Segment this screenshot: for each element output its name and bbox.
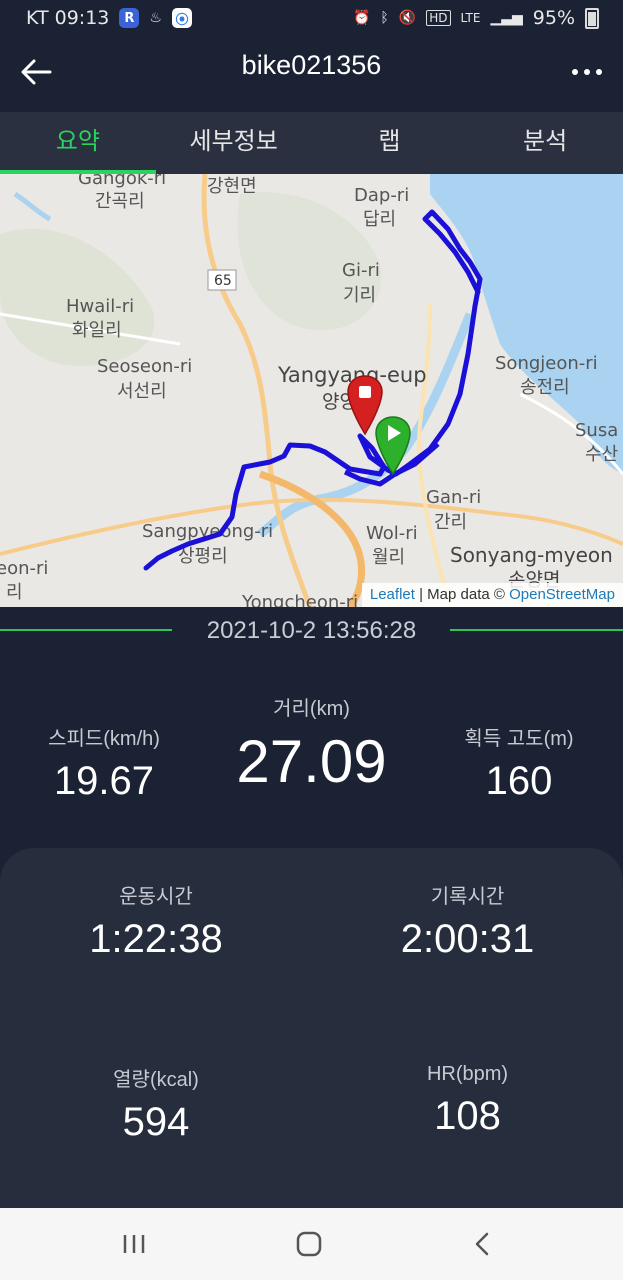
map-label: Seoseon-ri bbox=[97, 356, 192, 377]
map-label: Susa bbox=[575, 420, 618, 441]
activity-datetime: 2021-10-2 13:56:28 bbox=[206, 617, 417, 644]
map-label: Gan-ri bbox=[426, 487, 481, 508]
status-left: KT 09:13 R ♨ ⦿ bbox=[26, 7, 192, 29]
map-label: 65 bbox=[214, 273, 232, 289]
more-options-button[interactable] bbox=[567, 54, 607, 90]
more-dot-icon bbox=[572, 69, 578, 75]
hd-icon: HD bbox=[426, 10, 451, 26]
more-dot-icon bbox=[596, 69, 602, 75]
moving-time-stat: 운동시간 1:22:38 bbox=[0, 880, 312, 962]
calories-stat: 열량(kcal) 594 bbox=[0, 1063, 312, 1145]
osm-link[interactable]: OpenStreetMap bbox=[509, 586, 615, 603]
activity-icon: ♨ bbox=[149, 10, 162, 26]
map-label: Dap-ri bbox=[354, 185, 409, 206]
elevation-label: 획득 고도(m) bbox=[464, 728, 574, 750]
calories-value: 594 bbox=[122, 1100, 190, 1144]
elapsed-time-value: 2:00:31 bbox=[400, 917, 535, 961]
page-title: bike021356 bbox=[241, 50, 382, 80]
speed-stat: 스피드(km/h) 19.67 bbox=[0, 722, 208, 804]
moving-time-value: 1:22:38 bbox=[89, 917, 223, 961]
tab-analysis[interactable]: 분석 bbox=[467, 112, 623, 174]
map-label: 간리 bbox=[434, 512, 467, 533]
tab-details[interactable]: 세부정보 bbox=[156, 112, 312, 174]
map-canvas: Gangok-ri 간곡리 강현면 Dap-ri 답리 65 Gi-ri 기리 … bbox=[0, 174, 623, 607]
top-app-bar: bike021356 bbox=[0, 38, 623, 112]
elevation-stat: 획득 고도(m) 160 bbox=[415, 722, 623, 804]
app-r-icon: R bbox=[119, 8, 140, 28]
map-label: Wol-ri bbox=[366, 523, 418, 544]
map-label: Songjeon-ri bbox=[495, 353, 598, 374]
distance-label: 거리(km) bbox=[273, 698, 350, 720]
bluetooth-icon: ᛒ bbox=[380, 10, 389, 26]
attribution-text: | Map data © bbox=[419, 586, 505, 603]
heart-rate-stat: HR(bpm) 108 bbox=[312, 1063, 623, 1139]
nav-back-button[interactable] bbox=[462, 1226, 502, 1262]
tab-summary[interactable]: 요약 bbox=[0, 112, 156, 174]
signal-icon: ▁▃▅ bbox=[490, 10, 523, 26]
carrier-time: KT 09:13 bbox=[26, 7, 110, 29]
map-label: 기리 bbox=[343, 285, 376, 306]
map-label: 서선리 bbox=[117, 381, 167, 402]
map-label: Yongcheon-ri bbox=[241, 592, 358, 607]
status-bar: KT 09:13 R ♨ ⦿ ⏰ ᛒ 🔇 HD LTE ▁▃▅ 95% bbox=[0, 0, 623, 38]
map-label: 상평리 bbox=[178, 546, 228, 567]
mute-icon: 🔇 bbox=[398, 10, 417, 26]
route-map[interactable]: Gangok-ri 간곡리 강현면 Dap-ri 답리 65 Gi-ri 기리 … bbox=[0, 174, 623, 607]
map-label: Gi-ri bbox=[342, 260, 380, 281]
recents-icon bbox=[123, 1235, 145, 1253]
map-label: Hwail-ri bbox=[66, 296, 134, 317]
alarm-icon: ⏰ bbox=[352, 10, 371, 26]
map-label: eon-ri bbox=[0, 558, 48, 579]
tab-laps[interactable]: 랩 bbox=[312, 112, 468, 174]
map-app-icon: ⦿ bbox=[171, 8, 192, 28]
date-row: 2021-10-2 13:56:28 bbox=[0, 607, 623, 657]
home-icon bbox=[296, 1231, 322, 1257]
map-label: Sonyang-myeon bbox=[450, 543, 613, 567]
nav-back-icon bbox=[475, 1232, 489, 1256]
heart-rate-value: 108 bbox=[434, 1094, 501, 1138]
map-label: 강현면 bbox=[207, 176, 257, 197]
recents-button[interactable] bbox=[114, 1226, 154, 1262]
speed-label: 스피드(km/h) bbox=[48, 728, 160, 750]
speed-value: 19.67 bbox=[53, 759, 155, 803]
map-label: 간곡리 bbox=[95, 191, 145, 212]
distance-stat: 거리(km) 27.09 bbox=[208, 692, 415, 796]
map-attribution: Leaflet | Map data © OpenStreetMap bbox=[361, 583, 623, 607]
tab-bar: 요약 세부정보 랩 분석 bbox=[0, 112, 623, 174]
status-right: ⏰ ᛒ 🔇 HD LTE ▁▃▅ 95% bbox=[353, 7, 599, 29]
home-button[interactable] bbox=[289, 1226, 329, 1262]
map-label: Gangok-ri bbox=[78, 174, 166, 189]
map-label: 답리 bbox=[363, 209, 396, 230]
elapsed-time-stat: 기록시간 2:00:31 bbox=[312, 880, 623, 962]
leaflet-link[interactable]: Leaflet bbox=[370, 586, 415, 603]
elapsed-time-label: 기록시간 bbox=[430, 886, 505, 908]
map-label: 리 bbox=[6, 582, 23, 603]
moving-time-label: 운동시간 bbox=[119, 886, 193, 908]
battery-icon bbox=[585, 7, 599, 29]
more-dot-icon bbox=[584, 69, 590, 75]
map-label: 송전리 bbox=[520, 377, 570, 398]
distance-value: 27.09 bbox=[236, 728, 387, 795]
battery-percent: 95% bbox=[532, 7, 575, 29]
system-nav-bar bbox=[0, 1208, 623, 1280]
map-label: 화일리 bbox=[72, 320, 122, 341]
map-label: 월리 bbox=[372, 547, 405, 568]
map-label: 수산 bbox=[585, 444, 618, 465]
stats-card: 운동시간 1:22:38 기록시간 2:00:31 열량(kcal) 594 H… bbox=[0, 848, 623, 1208]
heart-rate-label: HR(bpm) bbox=[426, 1063, 509, 1085]
calories-label: 열량(kcal) bbox=[113, 1069, 199, 1091]
lte-icon: LTE bbox=[460, 11, 481, 25]
elevation-value: 160 bbox=[485, 759, 553, 803]
